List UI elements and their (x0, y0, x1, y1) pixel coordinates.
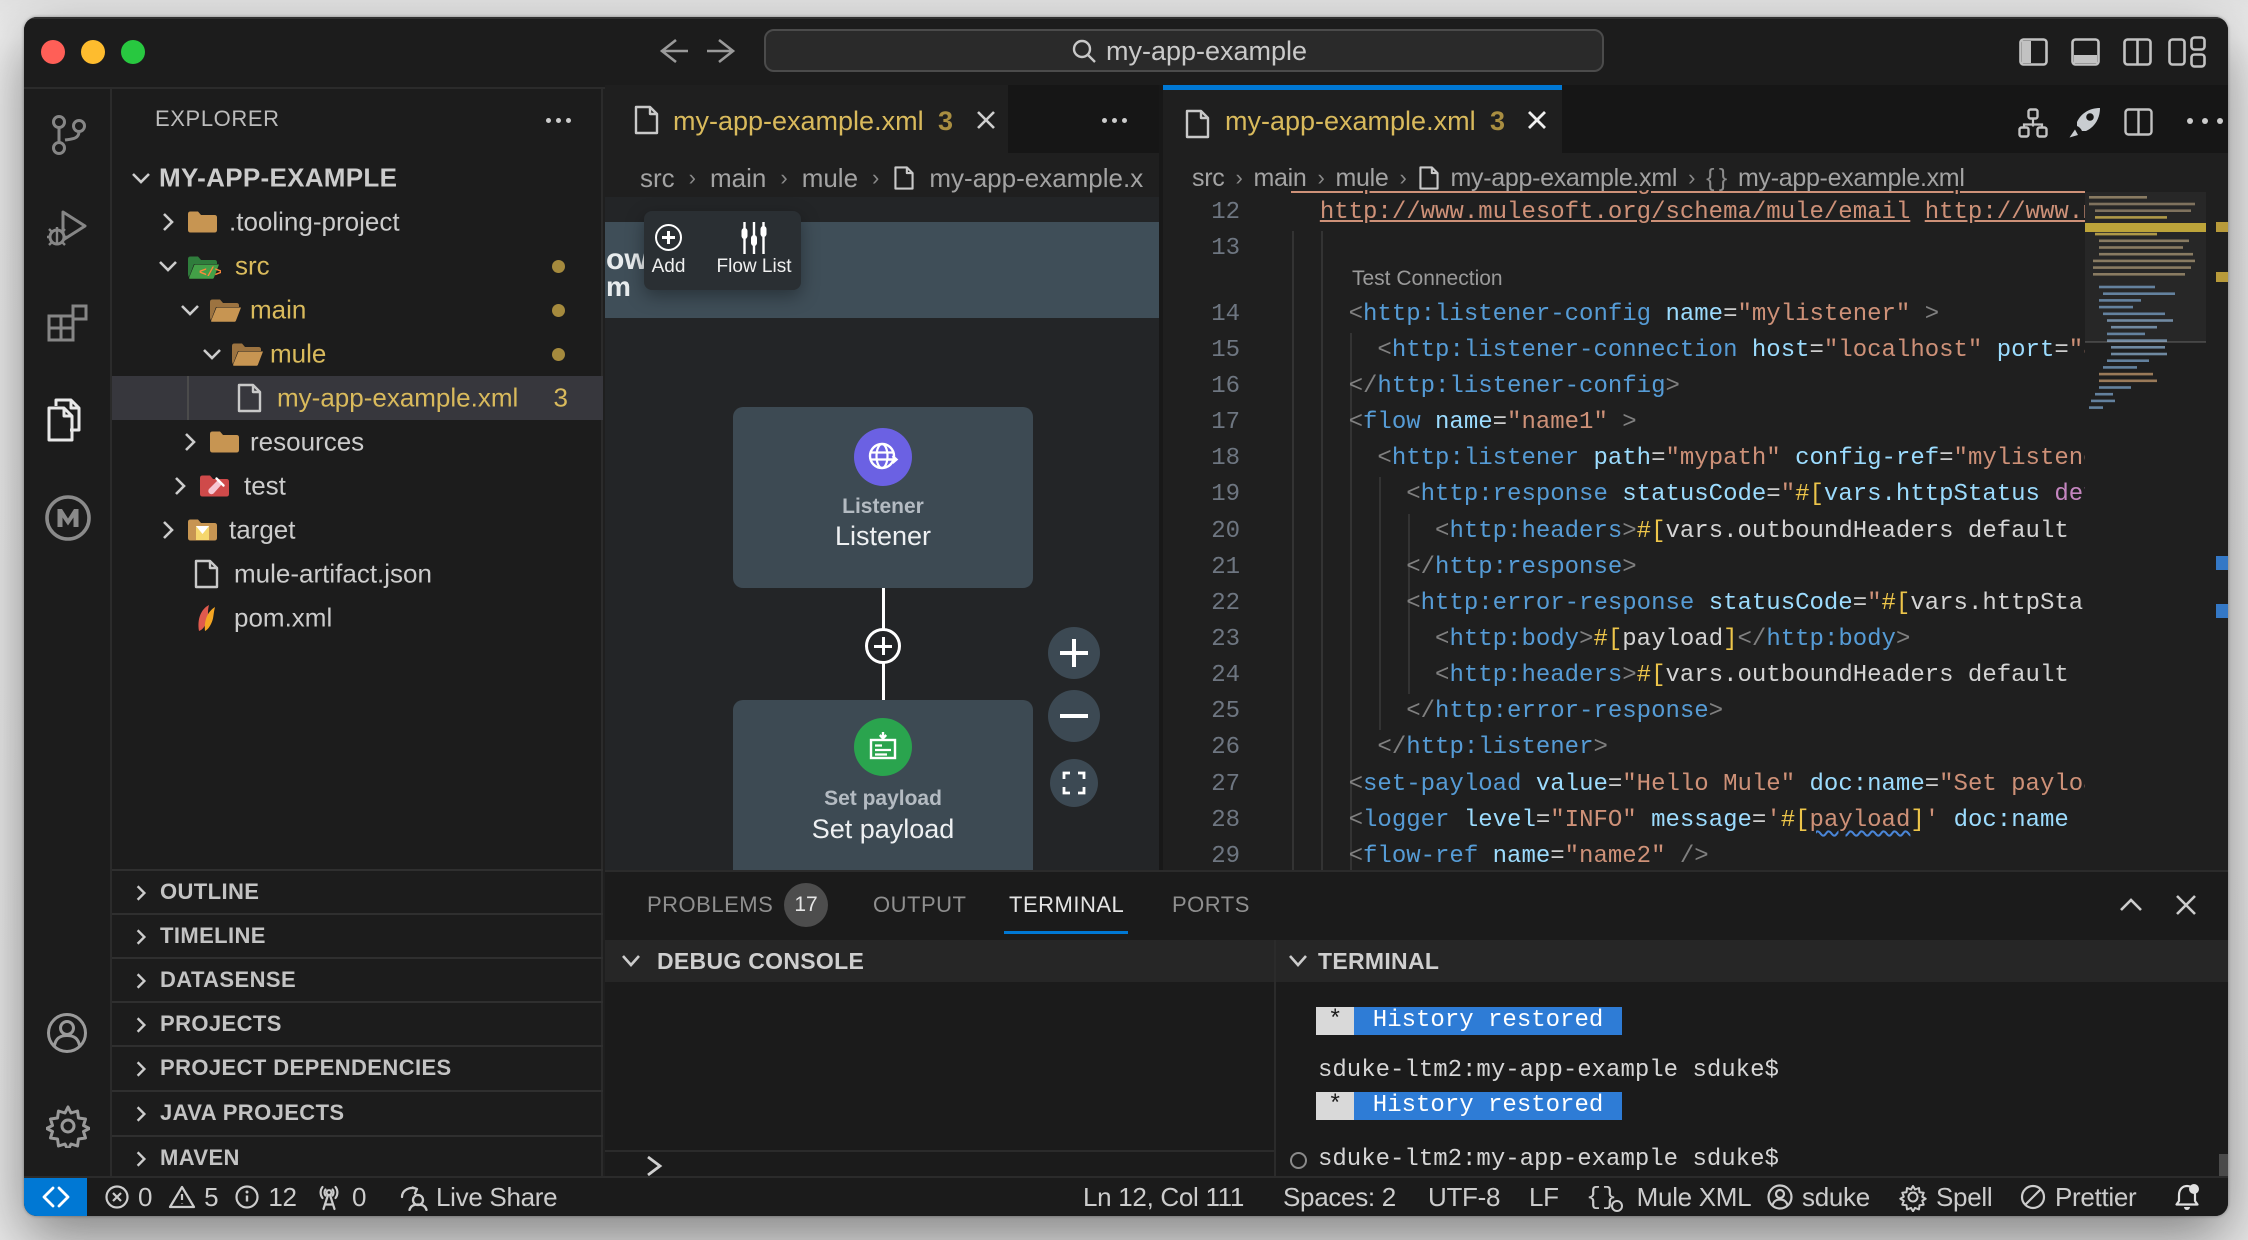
svg-text:</>: </> (199, 265, 221, 280)
